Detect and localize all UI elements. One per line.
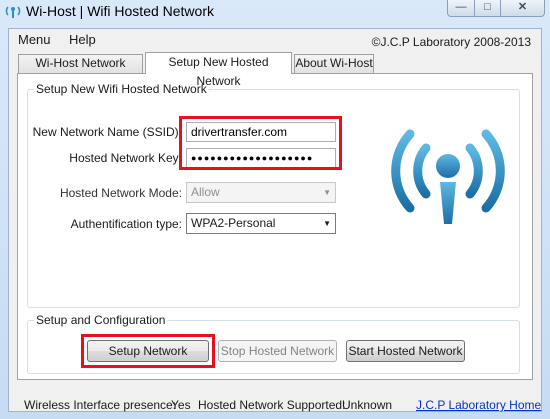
network-mode-label: Hosted Network Mode: [59,186,182,200]
auth-type-value: WPA2-Personal [191,216,276,230]
ssid-label: New Network Name (SSID): [32,125,182,139]
title-bar[interactable]: Wi-Host | Wifi Hosted Network — □ ✕ [0,0,550,24]
chevron-down-icon: ▼ [323,188,331,197]
tab-network-status[interactable]: Wi-Host Network Status [18,54,143,87]
tab-setup-new-hosted-network[interactable]: Setup New Hosted Network [145,52,292,88]
chevron-down-icon: ▼ [323,219,331,228]
close-button[interactable]: ✕ [500,0,545,17]
setup-group-title: Setup New Wifi Hosted Network [34,82,209,96]
menu-item-menu[interactable]: Menu [18,32,51,47]
network-key-label: Hosted Network Key: [69,151,182,165]
wifi-hotspot-logo-icon [388,116,508,239]
minimize-button[interactable]: — [447,0,475,17]
hosted-supported-label: Hosted Network Supported: [198,398,346,412]
config-group-title: Setup and Configuration [34,313,168,327]
hosted-supported-value: Unknown [342,398,393,412]
auth-type-select[interactable]: WPA2-Personal ▼ [186,213,336,234]
start-hosted-network-button[interactable]: Start Hosted Network [346,340,465,362]
wireless-presence-value: Yes [171,398,191,412]
menu-item-help[interactable]: Help [69,32,96,47]
wireless-presence-label: Wireless Interface presence: [24,398,177,412]
wifi-antenna-icon [5,3,21,19]
tab-about[interactable]: About Wi-Host [294,54,374,73]
ssid-key-highlight [179,116,342,170]
stop-hosted-network-button[interactable]: Stop Hosted Network [218,340,337,362]
network-mode-select[interactable]: Allow ▼ [186,182,336,203]
jcp-home-link[interactable]: J.C.P Laboratory Home [416,398,541,412]
setup-group: Setup New Wifi Hosted Network New Networ… [27,82,520,308]
client-area: Menu Help ©J.C.P Laboratory 2008-2013 Wi… [8,28,542,412]
auth-type-label: Authentification type: [70,217,182,231]
app-window: Wi-Host | Wifi Hosted Network — □ ✕ Menu… [0,0,550,419]
setup-button-highlight [81,334,215,368]
copyright-text: ©J.C.P Laboratory 2008-2013 [371,35,531,49]
window-title: Wi-Host | Wifi Hosted Network [26,3,214,19]
network-mode-value: Allow [191,185,220,199]
tab-panel-setup: Setup New Wifi Hosted Network New Networ… [17,73,533,380]
config-group: Setup and Configuration Setup Network St… [27,313,520,374]
status-bar: Wireless Interface presence: Yes Hosted … [0,392,550,414]
maximize-button[interactable]: □ [474,0,501,17]
